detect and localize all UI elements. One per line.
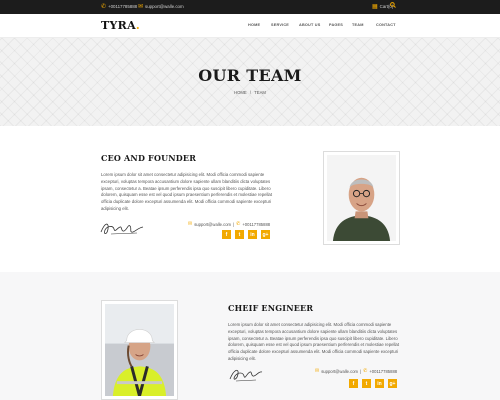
top-bar: ✆ +00117785888 ✉ support@walle.com ▦ Car… [0, 0, 500, 14]
phone-icon: ✆ [236, 221, 241, 227]
member-bio: Lorem ipsum dolor sit amet consectetur a… [228, 322, 400, 361]
social-links: f t in g+ [222, 230, 270, 239]
nav-team[interactable]: TEAM [352, 23, 364, 27]
linkedin-icon[interactable]: in [375, 379, 384, 388]
portrait-image [327, 155, 396, 241]
breadcrumb-current: TEAM [254, 90, 266, 95]
member-contact: ✉ support@walle.com | ✆ +00117785888 [188, 221, 270, 227]
linkedin-icon[interactable]: in [248, 230, 257, 239]
member-phone[interactable]: +00117785888 [242, 222, 270, 227]
page-title: OUR TEAM [198, 66, 302, 85]
contact-separator: | [360, 368, 362, 374]
breadcrumb-home[interactable]: HOME [234, 90, 247, 95]
nav-about-us[interactable]: ABOUT US [299, 23, 320, 27]
topbar-phone[interactable]: ✆ +00117785888 [101, 3, 137, 11]
google-plus-icon[interactable]: g+ [388, 379, 397, 388]
nav-contact[interactable]: CONTACT [376, 23, 396, 27]
envelope-icon: ✉ [188, 221, 193, 227]
member-role: CEO AND FOUNDER [101, 153, 197, 163]
nav-service[interactable]: SERVICE [271, 23, 289, 27]
member-email[interactable]: support@walle.com [194, 222, 231, 227]
site-header: TYRA. HOME SERVICE ABOUT US PAGES TEAM C… [0, 14, 500, 38]
twitter-icon[interactable]: t [362, 379, 371, 388]
topbar-phone-text: +00117785888 [108, 4, 138, 9]
contact-separator: | [233, 221, 235, 227]
envelope-icon: ✉ [315, 368, 320, 374]
team-member-ceo: CEO AND FOUNDER Lorem ipsum dolor sit am… [0, 126, 500, 272]
portrait-image [105, 304, 174, 400]
breadcrumb: HOME / TEAM [0, 90, 500, 95]
member-contact: ✉ support@walle.com | ✆ +00117785888 [315, 368, 397, 374]
search-button[interactable] [390, 2, 396, 8]
facebook-icon[interactable]: f [349, 379, 358, 388]
phone-icon: ✆ [363, 368, 368, 374]
google-plus-icon[interactable]: g+ [261, 230, 270, 239]
nav-home[interactable]: HOME [248, 23, 260, 27]
member-phone[interactable]: +00117785888 [369, 369, 397, 374]
topbar-email-text: support@walle.com [145, 4, 184, 9]
team-member-engineer: CHEIF ENGINEER Lorem ipsum dolor sit ame… [0, 272, 500, 400]
logo-text: TYRA [101, 19, 136, 32]
phone-icon: ✆ [101, 4, 107, 10]
logo[interactable]: TYRA. [101, 19, 140, 32]
envelope-icon: ✉ [138, 4, 144, 10]
cart-icon: ▦ [372, 4, 378, 10]
logo-dot: . [135, 19, 141, 32]
twitter-icon[interactable]: t [235, 230, 244, 239]
member-photo [101, 300, 178, 400]
member-role: CHEIF ENGINEER [228, 303, 314, 313]
facebook-icon[interactable]: f [222, 230, 231, 239]
signature-image [100, 223, 144, 235]
signature-image [229, 369, 263, 382]
member-photo [323, 151, 400, 245]
member-bio: Lorem ipsum dolor sit amet consectetur a… [101, 172, 273, 211]
social-links: f t in g+ [349, 379, 397, 388]
breadcrumb-separator: / [249, 90, 252, 95]
nav-pages[interactable]: PAGES [329, 23, 343, 27]
topbar-email[interactable]: ✉ support@walle.com [138, 3, 184, 11]
member-email[interactable]: support@walle.com [321, 369, 358, 374]
search-icon [390, 2, 396, 8]
